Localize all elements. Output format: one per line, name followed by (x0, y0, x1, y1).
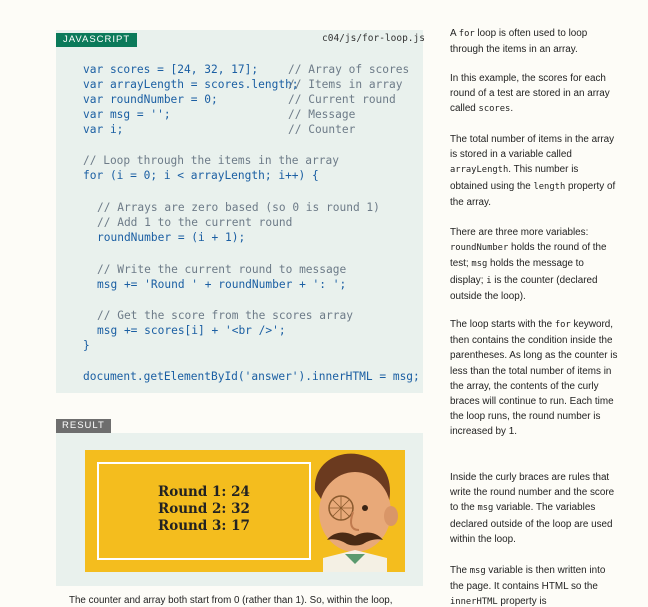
code-comment: // Arrays are zero based (so 0 is round … (97, 201, 380, 214)
sidebar-paragraph: Inside the curly braces are rules that w… (450, 472, 615, 545)
result-label: RESULT (56, 419, 111, 433)
code-comment: // Loop through the items in the array (83, 154, 339, 167)
caption-text: The counter and array both start from 0 … (69, 595, 393, 606)
result-poster: Round 1: 24 Round 2: 32 Round 3: 17 (85, 450, 405, 572)
sidebar-paragraph: The loop starts with the for keyword, th… (450, 319, 618, 438)
inline-comment: // Counter (288, 123, 356, 136)
code-comment: // Write the current round to message (97, 263, 347, 276)
inline-comment: // Current round (288, 93, 396, 106)
inline-comment: // Array of scores (288, 63, 410, 76)
sidebar-paragraph: A for loop is often used to loop through… (450, 28, 588, 56)
code-line: msg += 'Round ' + roundNumber + ': '; (97, 278, 347, 291)
sidebar-paragraph: In this example, the scores for each rou… (450, 73, 610, 115)
code-line: var roundNumber = 0; (83, 93, 218, 106)
round-result: Round 1: 24 (158, 484, 250, 500)
mustached-man-illustration (314, 453, 398, 572)
code-line: msg += scores[i] + '<br />'; (97, 324, 286, 337)
code-line: var msg = ''; (83, 108, 171, 121)
inline-comment: // Items in array (288, 78, 403, 91)
code-comment: // Add 1 to the current round (97, 216, 293, 229)
code-line: var i; (83, 123, 124, 136)
code-line: var arrayLength = scores.length; (83, 78, 299, 91)
javascript-label: JAVASCRIPT (56, 33, 138, 47)
round-result: Round 2: 32 (158, 501, 250, 517)
code-comment: // Get the score from the scores array (97, 309, 353, 322)
sidebar-paragraph: The total number of items in the array i… (450, 134, 616, 208)
inline-comment: // Message (288, 108, 356, 121)
code-line: var scores = [24, 32, 17]; (83, 63, 259, 76)
code-line: } (83, 339, 90, 352)
round-result: Round 3: 17 (158, 518, 250, 534)
code-line: for (i = 0; i < arrayLength; i++) { (83, 169, 319, 182)
code-line: roundNumber = (i + 1); (97, 231, 246, 244)
code-filename: c04/js/for-loop.js (322, 33, 425, 44)
sidebar-paragraph: There are three more variables: roundNum… (450, 227, 607, 302)
code-line: document.getElementById('answer').innerH… (83, 370, 420, 383)
sidebar-paragraph: The msg variable is then written into th… (450, 565, 606, 607)
